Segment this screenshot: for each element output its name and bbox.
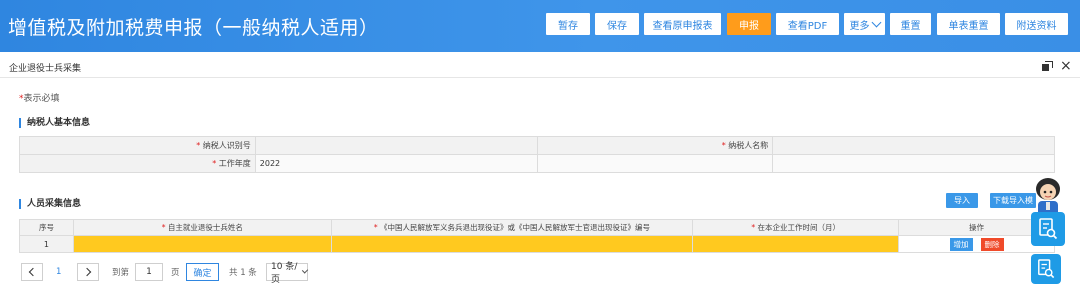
add-row-button[interactable]: 增加 (949, 237, 973, 251)
document-search-icon (1038, 259, 1055, 279)
declare-button[interactable]: 申报 (727, 13, 771, 35)
confirm-button[interactable]: 确定 (186, 263, 219, 281)
prev-page-button[interactable] (21, 263, 43, 281)
soldier-name-input[interactable] (72, 235, 332, 253)
document-search-icon (1039, 218, 1058, 240)
import-button[interactable]: 导入 (946, 193, 978, 208)
reset-button[interactable]: 重置 (890, 13, 931, 35)
chevron-right-icon (82, 267, 92, 277)
empty-cell (772, 154, 1055, 173)
work-year-field: 2022 (254, 154, 538, 173)
attachments-button[interactable]: 附送资料 (1005, 13, 1068, 35)
panel-title-bar: 企业退役士兵采集 (0, 56, 1080, 78)
work-year-label: * 工作年度 (19, 154, 256, 173)
table-header-row: 序号 * 自主就业退役士兵姓名 * 《中国人民解放军义务兵退出现役证》或《中国人… (19, 219, 1055, 236)
chevron-down-icon (871, 17, 881, 27)
search-widget[interactable] (1031, 254, 1061, 284)
goto-prefix: 到第 (112, 268, 130, 278)
taxpayer-name-field (772, 136, 1055, 155)
row-seq: 1 (19, 235, 74, 253)
page-size-select[interactable]: 10 条/页 (266, 262, 309, 285)
consult-widget[interactable] (1031, 212, 1065, 246)
col-name: * 自主就业退役士兵姓名 (72, 219, 332, 236)
personnel-heading: 人员采集信息 (19, 199, 81, 209)
next-page-button[interactable] (77, 263, 99, 281)
taxpayer-id-label: * 纳税人识别号 (19, 136, 256, 155)
empty-cell (536, 154, 774, 173)
more-label: 更多 (849, 20, 870, 32)
col-months: * 在本企业工作时间（月） (692, 219, 900, 236)
work-months-input[interactable] (692, 235, 900, 253)
restore-window-icon[interactable] (1042, 61, 1053, 71)
total-count: 共 1 条 (229, 268, 257, 278)
save-button[interactable]: 保存 (595, 13, 639, 35)
taxpayer-id-field (254, 136, 538, 155)
basic-info-heading: 纳税人基本信息 (19, 118, 90, 128)
goto-suffix: 页 (171, 268, 180, 278)
basic-info-table: * 纳税人识别号 * 纳税人名称 * 工作年度 2022 (19, 136, 1055, 173)
current-page[interactable]: 1 (56, 263, 61, 281)
chevron-left-icon (28, 267, 38, 277)
close-icon[interactable]: × (1060, 59, 1072, 73)
chevron-down-icon (301, 267, 309, 274)
page-title: 增值税及附加税费申报（一般纳税人适用） (8, 17, 379, 39)
more-button[interactable]: 更多 (844, 13, 885, 35)
app-header: 增值税及附加税费申报（一般纳税人适用） 暂存 保存 查看原申报表 申报 查看PD… (0, 0, 1080, 52)
draft-button[interactable]: 暂存 (546, 13, 590, 35)
col-seq: 序号 (19, 219, 74, 236)
goto-page-input[interactable]: 1 (135, 263, 163, 281)
panel-title: 企业退役士兵采集 (9, 64, 82, 74)
personnel-table: 序号 * 自主就业退役士兵姓名 * 《中国人民解放军义务兵退出现役证》或《中国人… (19, 219, 1055, 253)
table-row: 1 增加 删除 (19, 235, 1055, 253)
delete-row-button[interactable]: 删除 (980, 237, 1004, 251)
single-reset-button[interactable]: 单表重置 (937, 13, 1000, 35)
view-original-button[interactable]: 查看原申报表 (644, 13, 721, 35)
view-pdf-button[interactable]: 查看PDF (776, 13, 839, 35)
cert-number-input[interactable] (330, 235, 694, 253)
taxpayer-name-label: * 纳税人名称 (536, 136, 774, 155)
col-cert: * 《中国人民解放军义务兵退出现役证》或《中国人民解放军士官退出现役证》编号 (330, 219, 694, 236)
required-note: *表示必填 (19, 94, 60, 104)
